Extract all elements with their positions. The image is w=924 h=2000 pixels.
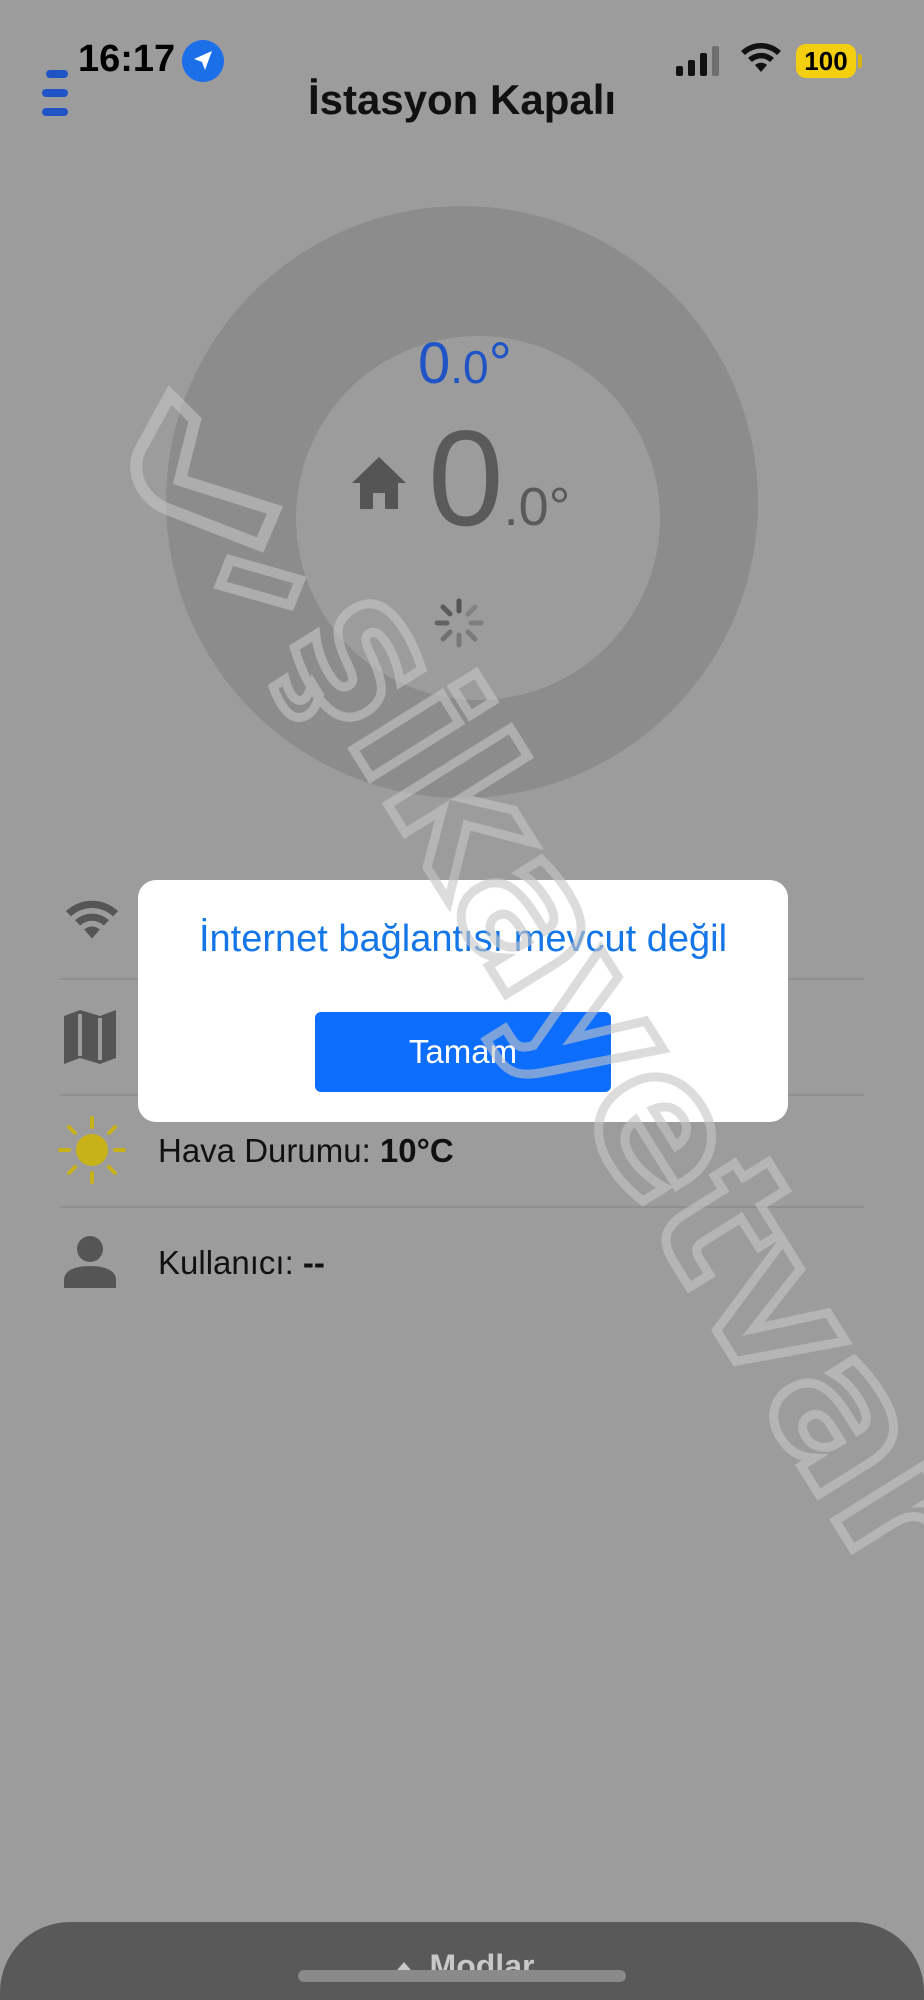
alert-dialog: İnternet bağlantısı mevcut değil Tamam — [138, 880, 788, 1122]
current-temperature: 0.0° — [428, 410, 570, 546]
current-temp-int: 0 — [428, 402, 504, 554]
modes-bottom-sheet[interactable]: Modlar — [0, 1922, 924, 2000]
weather-value: 10°C — [379, 1132, 454, 1169]
weather-label-text: Hava Durumu: — [158, 1132, 380, 1169]
user-label-text: Kullanıcı: — [158, 1244, 303, 1281]
user-value: -- — [302, 1244, 325, 1281]
target-temp-int: 0 — [418, 331, 451, 396]
map-icon — [64, 1010, 116, 1064]
wifi-icon — [65, 900, 119, 939]
current-temp-dec: .0 — [503, 477, 549, 537]
target-temp-unit: ° — [488, 331, 512, 396]
dialog-message: İnternet bağlantısı mevcut değil — [198, 918, 728, 960]
user-label: Kullanıcı: -- — [158, 1244, 325, 1282]
battery-icon: 100 — [796, 44, 856, 78]
ok-button[interactable]: Tamam — [315, 1012, 611, 1092]
user-icon — [64, 1236, 116, 1288]
current-temp-unit: ° — [548, 477, 571, 537]
home-icon — [352, 457, 406, 509]
target-temperature: 0.0° — [418, 330, 512, 397]
info-row-user: Kullanıcı: -- — [60, 1208, 864, 1318]
sun-icon — [58, 1116, 126, 1184]
battery-tip — [858, 54, 862, 68]
home-indicator — [298, 1970, 626, 1982]
spinner-icon — [434, 598, 484, 648]
weather-label: Hava Durumu: 10°C — [158, 1132, 454, 1170]
status-time: 16:17 — [78, 38, 176, 80]
wifi-icon — [741, 43, 781, 72]
cellular-signal-icon — [676, 46, 719, 76]
page-title: İstasyon Kapalı — [307, 76, 617, 123]
target-temp-dec: .0 — [450, 341, 489, 393]
